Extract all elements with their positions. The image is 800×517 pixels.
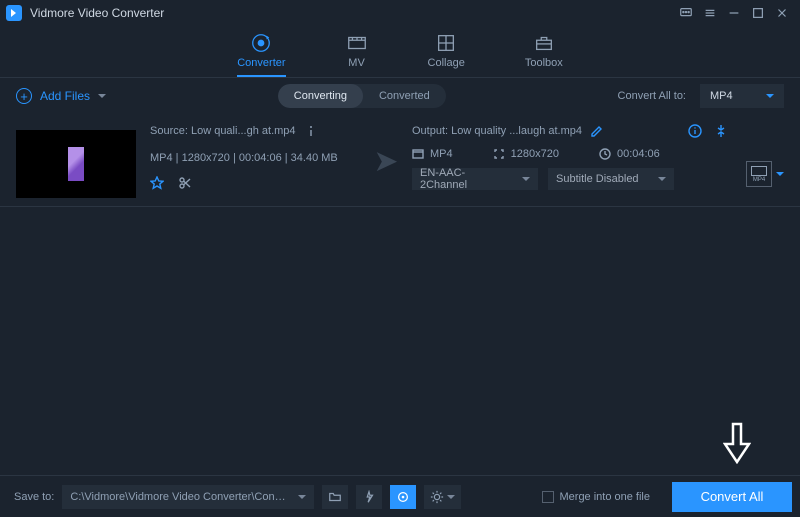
tab-mv[interactable]: MV bbox=[346, 33, 368, 77]
chevron-down-icon bbox=[522, 177, 530, 181]
menu-icon[interactable] bbox=[698, 1, 722, 25]
toolbox-icon bbox=[533, 33, 555, 53]
titlebar: Vidmore Video Converter bbox=[0, 0, 800, 26]
output-resolution: 1280x720 bbox=[511, 148, 559, 160]
output-meta: Output: Low quality ...laugh at.mp4 MP4 bbox=[406, 124, 728, 198]
expand-icon bbox=[493, 148, 505, 160]
target-format-value: MP4 bbox=[710, 90, 733, 102]
plus-icon: + bbox=[16, 88, 32, 104]
tab-converter[interactable]: Converter bbox=[237, 33, 285, 77]
subtitle-dropdown[interactable]: Subtitle Disabled bbox=[548, 168, 674, 190]
app-title: Vidmore Video Converter bbox=[30, 6, 164, 20]
main-nav: Converter MV Collage Toolbox bbox=[0, 26, 800, 78]
save-path-value: C:\Vidmore\Vidmore Video Converter\Conve… bbox=[70, 491, 288, 503]
edit-icon[interactable] bbox=[590, 124, 604, 138]
video-thumbnail[interactable] bbox=[16, 130, 136, 198]
collage-icon bbox=[435, 33, 457, 53]
convert-all-button[interactable]: Convert All bbox=[672, 482, 792, 512]
save-to-label: Save to: bbox=[14, 491, 54, 503]
merge-checkbox[interactable]: Merge into one file bbox=[542, 491, 651, 503]
merge-label: Merge into one file bbox=[560, 491, 651, 503]
source-label: Source: Low quali...gh at.mp4 bbox=[150, 125, 296, 137]
info-icon[interactable] bbox=[304, 124, 318, 138]
seg-converted-label: Converted bbox=[379, 90, 430, 102]
app-logo bbox=[6, 5, 22, 21]
chevron-down-icon[interactable] bbox=[776, 172, 784, 176]
audio-track-value: EN-AAC-2Channel bbox=[420, 167, 508, 191]
scissors-icon[interactable] bbox=[178, 176, 192, 190]
add-files-button[interactable]: + Add Files bbox=[16, 88, 106, 104]
info-circle-icon[interactable] bbox=[688, 124, 702, 138]
tab-mv-label: MV bbox=[348, 57, 365, 69]
thumbnail-image bbox=[68, 147, 84, 181]
tab-collage[interactable]: Collage bbox=[428, 33, 465, 77]
compress-icon[interactable] bbox=[714, 124, 728, 138]
feedback-icon[interactable] bbox=[674, 1, 698, 25]
mv-icon bbox=[346, 33, 368, 53]
add-files-label: Add Files bbox=[40, 89, 90, 103]
source-meta: Source: Low quali...gh at.mp4 MP4 | 1280… bbox=[136, 124, 366, 198]
profile-format-label: MP4 bbox=[753, 177, 765, 183]
save-path-dropdown[interactable]: C:\Vidmore\Vidmore Video Converter\Conve… bbox=[62, 485, 314, 509]
settings-dropdown[interactable] bbox=[424, 485, 461, 509]
close-button[interactable] bbox=[770, 1, 794, 25]
subtitle-value: Subtitle Disabled bbox=[556, 173, 639, 185]
file-list: Source: Low quali...gh at.mp4 MP4 | 1280… bbox=[0, 114, 800, 475]
tab-toolbox[interactable]: Toolbox bbox=[525, 33, 563, 77]
chevron-down-icon bbox=[98, 94, 106, 98]
arrow-right-icon: ➤ bbox=[373, 144, 398, 179]
clock-icon bbox=[599, 148, 611, 160]
chevron-down-icon bbox=[658, 177, 666, 181]
toolbar: + Add Files Converting Converted Convert… bbox=[0, 78, 800, 114]
film-icon bbox=[412, 148, 424, 160]
open-folder-button[interactable] bbox=[322, 485, 348, 509]
tab-converter-label: Converter bbox=[237, 57, 285, 69]
tab-collage-label: Collage bbox=[428, 57, 465, 69]
footer: Save to: C:\Vidmore\Vidmore Video Conver… bbox=[0, 475, 800, 517]
chevron-down-icon bbox=[298, 495, 306, 499]
hw-accel-off-button[interactable] bbox=[356, 485, 382, 509]
arrow-indicator: ➤ bbox=[366, 124, 406, 198]
converter-icon bbox=[250, 33, 272, 53]
checkbox-icon bbox=[542, 491, 554, 503]
output-profile-button[interactable]: MP4 bbox=[746, 161, 772, 187]
film-icon bbox=[751, 166, 767, 176]
chevron-down-icon bbox=[766, 94, 774, 98]
output-format: MP4 bbox=[430, 148, 453, 160]
output-duration: 00:04:06 bbox=[617, 148, 660, 160]
seg-converted[interactable]: Converted bbox=[363, 84, 446, 108]
profile-column: MP4 bbox=[728, 124, 784, 198]
maximize-button[interactable] bbox=[746, 1, 770, 25]
audio-track-dropdown[interactable]: EN-AAC-2Channel bbox=[412, 168, 538, 190]
tab-toolbox-label: Toolbox bbox=[525, 57, 563, 69]
seg-converting-label: Converting bbox=[294, 90, 347, 102]
file-item: Source: Low quali...gh at.mp4 MP4 | 1280… bbox=[0, 114, 800, 207]
star-icon[interactable] bbox=[150, 176, 164, 190]
queue-segmented-control: Converting Converted bbox=[278, 84, 446, 108]
output-label: Output: Low quality ...laugh at.mp4 bbox=[412, 125, 582, 137]
seg-converting[interactable]: Converting bbox=[278, 84, 363, 108]
target-format-dropdown[interactable]: MP4 bbox=[700, 84, 784, 108]
chevron-down-icon bbox=[447, 495, 455, 499]
hw-accel-on-button[interactable] bbox=[390, 485, 416, 509]
minimize-button[interactable] bbox=[722, 1, 746, 25]
convert-all-to-label: Convert All to: bbox=[618, 90, 686, 102]
convert-all-button-label: Convert All bbox=[701, 489, 764, 504]
source-properties: MP4 | 1280x720 | 00:04:06 | 34.40 MB bbox=[150, 152, 352, 164]
